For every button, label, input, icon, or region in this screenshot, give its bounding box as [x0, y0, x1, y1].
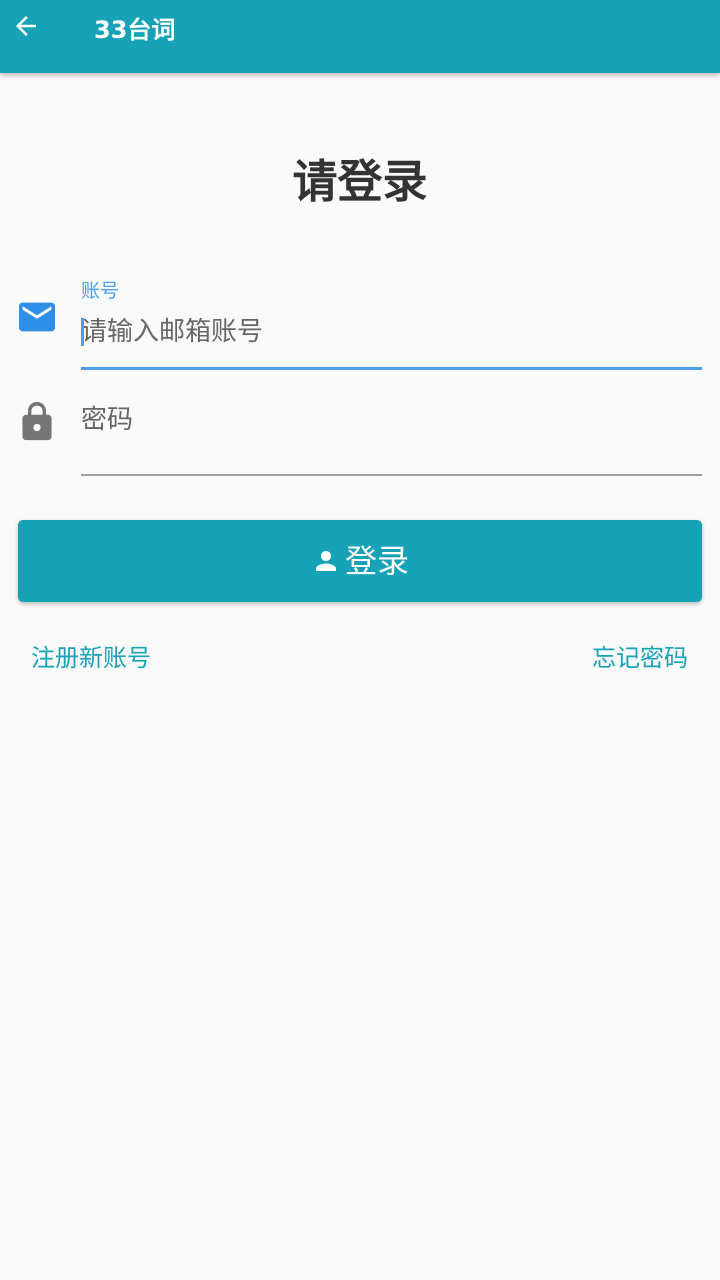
back-button[interactable]	[4, 4, 48, 48]
page-title: 请登录	[292, 155, 428, 208]
login-button-label: 登录	[344, 542, 409, 580]
password-field	[81, 388, 702, 476]
password-underline	[81, 474, 702, 476]
login-button[interactable]: 登录	[18, 520, 702, 602]
app-title: 33台词	[94, 16, 176, 44]
email-icon	[19, 300, 55, 334]
register-link[interactable]: 注册新账号	[31, 640, 151, 676]
app-bar: 33台词	[0, 0, 720, 73]
password-input[interactable]	[81, 402, 702, 438]
account-field: 账号	[81, 276, 702, 370]
arrow-back-icon	[16, 16, 36, 36]
forgot-password-link[interactable]: 忘记密码	[592, 640, 688, 676]
login-screen: 33台词 请登录 账号 登录 注册新账号 忘记密码	[0, 0, 720, 1280]
account-input[interactable]	[81, 314, 702, 350]
person-icon	[315, 551, 336, 571]
account-label: 账号	[81, 280, 120, 302]
lock-icon	[21, 402, 53, 442]
text-caret	[81, 318, 84, 346]
account-underline	[81, 367, 702, 370]
